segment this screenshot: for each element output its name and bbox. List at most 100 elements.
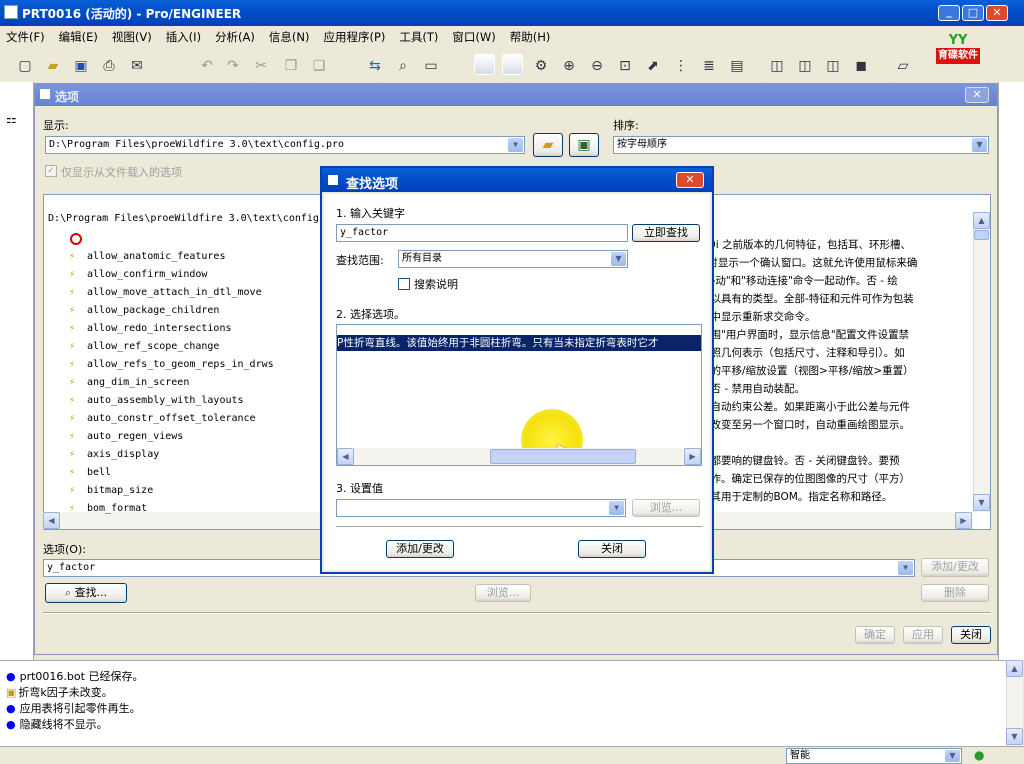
copy-icon[interactable]: ❐ xyxy=(280,55,302,77)
model-tree-icon[interactable]: ⚏ xyxy=(6,112,17,126)
scroll-thumb[interactable] xyxy=(974,230,989,240)
find-close-button[interactable]: 关闭 xyxy=(578,540,646,558)
option-row[interactable]: ⚡ allow_move_attach_in_dtl_move xyxy=(69,284,262,302)
minimize-button[interactable]: _ xyxy=(938,5,960,21)
option-row[interactable]: ⚡ allow_package_children xyxy=(69,302,219,320)
spin-center-button[interactable] xyxy=(502,54,523,75)
message-scroll-down[interactable]: ▼ xyxy=(1006,728,1023,745)
shading-icon[interactable]: ◼ xyxy=(850,55,872,77)
options-close-button[interactable]: 关闭 xyxy=(951,626,991,644)
menu-window[interactable]: 窗口(W) xyxy=(452,29,495,45)
scope-select[interactable]: 所有目录 ▼ xyxy=(398,250,628,268)
datum-plane-icon[interactable]: ⏥ xyxy=(892,55,914,77)
zoom-out-icon[interactable]: ⊖ xyxy=(586,55,608,77)
option-name: ang_dim_in_screen xyxy=(87,377,190,388)
option-row[interactable]: ⚡ axis_display xyxy=(69,446,159,464)
layers-icon[interactable]: ≣ xyxy=(698,55,720,77)
message-scroll-up[interactable]: ▲ xyxy=(1006,660,1023,677)
delete-button[interactable]: 删除 xyxy=(921,584,989,602)
open-config-button[interactable]: ▰ xyxy=(533,133,563,157)
menu-view[interactable]: 视图(V) xyxy=(112,29,152,45)
option-row[interactable]: ⚡ allow_confirm_window xyxy=(69,266,207,284)
option-row[interactable]: ⚡ auto_regen_views xyxy=(69,428,183,446)
print-icon[interactable]: ⎙ xyxy=(98,55,120,77)
redo-icon[interactable]: ↷ xyxy=(222,55,244,77)
search-desc-checkbox[interactable] xyxy=(398,278,410,290)
save-config-button[interactable]: ▣ xyxy=(569,133,599,157)
menu-insert[interactable]: 插入(I) xyxy=(166,29,201,45)
paste-icon[interactable]: ❏ xyxy=(308,55,330,77)
find-icon[interactable]: ⌕ xyxy=(392,55,414,77)
reorient-icon[interactable]: ⬈ xyxy=(642,55,664,77)
scroll-down-button[interactable]: ▼ xyxy=(973,494,990,511)
options-list-scrollbar[interactable] xyxy=(973,212,990,512)
keyword-input[interactable]: y_factor xyxy=(336,224,628,242)
option-row[interactable]: ⚡ allow_ref_scope_change xyxy=(69,338,219,356)
send-icon[interactable]: ✉ xyxy=(126,55,148,77)
results-list[interactable]: P性折弯直线。该值始终用于非圆柱折弯。只有当未指定折弯表时它才 ➤ xyxy=(336,324,702,466)
browse-button[interactable]: 浏览... xyxy=(475,584,531,602)
find-button[interactable]: ⌕ 查找... xyxy=(45,583,127,603)
menu-tools[interactable]: 工具(T) xyxy=(399,29,438,45)
option-row[interactable]: ⚡ auto_constr_offset_tolerance xyxy=(69,410,256,428)
find-add-change-button[interactable]: 添加/更改 xyxy=(386,540,454,558)
menu-edit[interactable]: 编辑(E) xyxy=(59,29,98,45)
option-row[interactable]: ⚡ ang_dim_in_screen xyxy=(69,374,189,392)
show-path-select[interactable]: D:\Program Files\proeWildfire 3.0\text\c… xyxy=(45,136,525,154)
saved-views-icon[interactable]: ⋮ xyxy=(670,55,692,77)
option-row[interactable]: ⚡ bitmap_size xyxy=(69,482,153,500)
hidden-line-icon[interactable]: ◫ xyxy=(794,55,816,77)
zoom-in-icon[interactable]: ⊕ xyxy=(558,55,580,77)
open-icon[interactable]: ▰ xyxy=(42,55,64,77)
results-scroll-thumb[interactable] xyxy=(490,449,636,464)
option-row[interactable]: ⚡ allow_redo_intersections xyxy=(69,320,232,338)
option-row[interactable]: ⚡ allow_refs_to_geom_reps_in_drws xyxy=(69,356,274,374)
ok-button[interactable]: 确定 xyxy=(855,626,895,644)
lightning-icon: ⚡ xyxy=(69,341,76,352)
select-box-icon[interactable]: ▭ xyxy=(420,55,442,77)
wireframe-icon[interactable]: ◫ xyxy=(766,55,788,77)
no-hidden-icon[interactable]: ◫ xyxy=(822,55,844,77)
lightning-icon: ⚡ xyxy=(69,287,76,298)
apply-button[interactable]: 应用 xyxy=(903,626,943,644)
filter-select[interactable]: 智能 ▼ xyxy=(786,748,962,764)
restore-button[interactable]: □ xyxy=(962,5,984,21)
option-description: 装配。否 - 禁用自动装配。 xyxy=(679,383,805,395)
value-select[interactable]: ▼ xyxy=(336,499,626,517)
results-scroll-left[interactable]: ◀ xyxy=(337,448,354,465)
option-row[interactable]: ⚡ auto_assembly_with_layouts xyxy=(69,392,244,410)
refit-icon[interactable]: ⊡ xyxy=(614,55,636,77)
cut-icon[interactable]: ✂ xyxy=(250,55,272,77)
scroll-right-button[interactable]: ▶ xyxy=(955,512,972,529)
menu-analysis[interactable]: 分析(A) xyxy=(215,29,255,45)
orient-icon[interactable]: ⚙ xyxy=(530,55,552,77)
only-loaded-checkbox[interactable]: ✓ xyxy=(45,165,57,177)
datum-display-button[interactable] xyxy=(474,54,495,75)
new-icon[interactable]: ▢ xyxy=(14,55,36,77)
option-row[interactable]: ⚡ bell xyxy=(69,464,111,482)
scroll-left-button[interactable]: ◀ xyxy=(43,512,60,529)
results-scroll-right[interactable]: ▶ xyxy=(684,448,701,465)
view-manager-icon[interactable]: ▤ xyxy=(726,55,748,77)
menu-info[interactable]: 信息(N) xyxy=(269,29,310,45)
regenerate-icon[interactable]: ⇆ xyxy=(364,55,386,77)
sort-select[interactable]: 按字母顺序 ▼ xyxy=(613,136,989,154)
add-change-button[interactable]: 添加/更改 xyxy=(921,558,989,577)
option-description: 尺寸的自动约束公差。如果距离小于此公差与元件 xyxy=(679,401,910,413)
option-row[interactable]: ⚡ allow_anatomic_features xyxy=(69,248,225,266)
scroll-up-button[interactable]: ▲ xyxy=(973,212,990,229)
menu-help[interactable]: 帮助(H) xyxy=(510,29,551,45)
find-browse-button[interactable]: 浏览... xyxy=(632,499,700,517)
undo-icon[interactable]: ↶ xyxy=(196,55,218,77)
option-description: 绘图参照几何表示（包括尺寸、注释和导引）。如 xyxy=(679,347,905,359)
options-dialog-close-button[interactable]: ✕ xyxy=(965,87,989,103)
save-icon[interactable]: ▣ xyxy=(70,55,92,77)
option-row[interactable]: ⚡ bom_format xyxy=(69,500,147,518)
result-row-selected[interactable]: P性折弯直线。该值始终用于非圆柱折弯。只有当未指定折弯表时它才 xyxy=(337,335,701,351)
close-button[interactable]: ✕ xyxy=(986,5,1008,21)
find-dialog-close-button[interactable]: ✕ xyxy=(676,172,704,188)
menu-applications[interactable]: 应用程序(P) xyxy=(323,29,385,45)
dialog-icon xyxy=(40,89,50,99)
menu-file[interactable]: 文件(F) xyxy=(6,29,45,45)
search-now-button[interactable]: 立即查找 xyxy=(632,224,700,242)
